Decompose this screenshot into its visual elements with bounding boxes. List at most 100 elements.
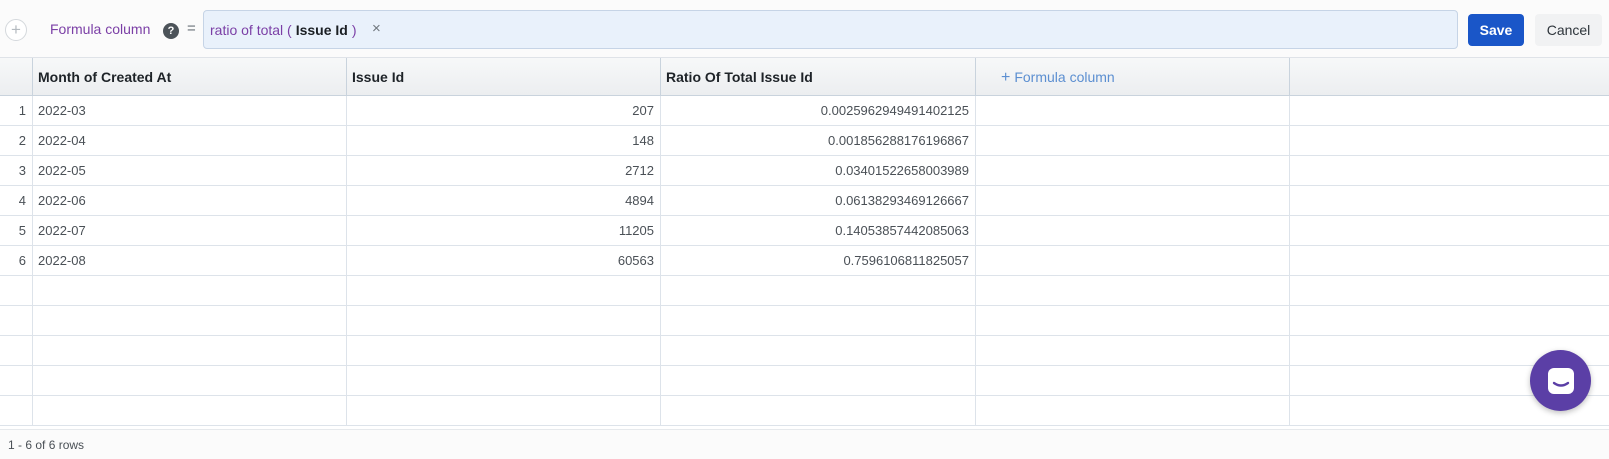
grid-footer: 1 - 6 of 6 rows: [0, 429, 1609, 459]
cell-empty: [1290, 246, 1609, 276]
cell-empty: [347, 366, 661, 396]
row-index: 5: [0, 216, 33, 246]
empty-row: [0, 396, 1609, 426]
cell-issue-id[interactable]: 11205: [347, 216, 661, 246]
row-index: 2: [0, 126, 33, 156]
cell-empty: [1290, 216, 1609, 246]
empty-row: [0, 276, 1609, 306]
cell-ratio[interactable]: 0.03401522658003989: [661, 156, 976, 186]
cell-ratio[interactable]: 0.7596106811825057: [661, 246, 976, 276]
formula-function: ratio of total: [210, 22, 284, 38]
cell-issue-id[interactable]: 60563: [347, 246, 661, 276]
cell-empty: [0, 366, 33, 396]
cell-empty: [1290, 96, 1609, 126]
table-row: 5 2022-07 11205 0.14053857442085063: [0, 216, 1609, 246]
cell-issue-id[interactable]: 148: [347, 126, 661, 156]
cell-ratio[interactable]: 0.001856288176196867: [661, 126, 976, 156]
cell-empty: [347, 396, 661, 426]
table-row: 6 2022-08 60563 0.7596106811825057: [0, 246, 1609, 276]
cell-issue-id[interactable]: 207: [347, 96, 661, 126]
cell-empty: [1290, 126, 1609, 156]
cell-issue-id[interactable]: 4894: [347, 186, 661, 216]
cell-empty: [976, 156, 1290, 186]
row-index: 3: [0, 156, 33, 186]
formula-bar: + Formula column ? = ratio of total (Iss…: [0, 0, 1609, 58]
cell-empty: [33, 396, 347, 426]
cell-month[interactable]: 2022-08: [33, 246, 347, 276]
help-icon[interactable]: ?: [163, 23, 179, 39]
formula-close-paren: ): [351, 22, 357, 38]
cell-empty: [976, 306, 1290, 336]
table-row: 1 2022-03 207 0.0025962949491402125: [0, 96, 1609, 126]
cell-empty: [1290, 306, 1609, 336]
cell-month[interactable]: 2022-04: [33, 126, 347, 156]
cell-empty: [976, 96, 1290, 126]
cell-ratio[interactable]: 0.0025962949491402125: [661, 96, 976, 126]
cell-month[interactable]: 2022-06: [33, 186, 347, 216]
row-index-header: [0, 58, 33, 96]
cell-empty: [661, 276, 976, 306]
column-header-ratio[interactable]: Ratio Of Total Issue Id: [661, 58, 976, 96]
cell-empty: [33, 336, 347, 366]
add-formula-column-button[interactable]: + Formula column: [976, 58, 1290, 96]
cell-empty: [33, 306, 347, 336]
empty-row: [0, 366, 1609, 396]
cell-empty: [976, 336, 1290, 366]
add-formula-icon[interactable]: +: [5, 19, 27, 41]
formula-open-paren: (: [287, 22, 292, 38]
cell-ratio[interactable]: 0.06138293469126667: [661, 186, 976, 216]
header-row: Month of Created At Issue Id Ratio Of To…: [0, 58, 1609, 96]
cell-month[interactable]: 2022-05: [33, 156, 347, 186]
cell-empty: [347, 306, 661, 336]
cell-empty: [976, 396, 1290, 426]
formula-argument: Issue Id: [295, 22, 348, 38]
plus-icon: +: [1001, 69, 1011, 86]
cancel-button[interactable]: Cancel: [1535, 14, 1602, 46]
cell-empty: [976, 276, 1290, 306]
row-index: 6: [0, 246, 33, 276]
cell-empty: [0, 396, 33, 426]
empty-row: [0, 336, 1609, 366]
cell-empty: [1290, 276, 1609, 306]
empty-row: [0, 306, 1609, 336]
cell-empty: [33, 366, 347, 396]
chat-icon: [1548, 368, 1574, 394]
cell-empty: [1290, 186, 1609, 216]
column-header-month[interactable]: Month of Created At: [33, 58, 347, 96]
cell-empty: [976, 126, 1290, 156]
formula-input[interactable]: ratio of total (Issue Id) ×: [203, 10, 1458, 49]
cell-empty: [661, 396, 976, 426]
cell-empty: [1290, 156, 1609, 186]
save-button[interactable]: Save: [1468, 14, 1524, 46]
cell-empty: [347, 276, 661, 306]
data-grid: Month of Created At Issue Id Ratio Of To…: [0, 58, 1609, 429]
table-row: 4 2022-06 4894 0.06138293469126667: [0, 186, 1609, 216]
row-index: 4: [0, 186, 33, 216]
row-index: 1: [0, 96, 33, 126]
cell-empty: [976, 366, 1290, 396]
cell-empty: [0, 306, 33, 336]
add-formula-column-label: Formula column: [1014, 69, 1115, 85]
cell-empty: [976, 186, 1290, 216]
close-icon[interactable]: ×: [372, 20, 381, 37]
table-row: 3 2022-05 2712 0.03401522658003989: [0, 156, 1609, 186]
cell-empty: [0, 276, 33, 306]
cell-issue-id[interactable]: 2712: [347, 156, 661, 186]
cell-empty: [661, 336, 976, 366]
cell-empty: [661, 366, 976, 396]
row-count: 1 - 6 of 6 rows: [8, 438, 85, 452]
chat-launcher-button[interactable]: [1530, 350, 1591, 411]
column-header-issue-id[interactable]: Issue Id: [347, 58, 661, 96]
cell-empty: [347, 336, 661, 366]
cell-month[interactable]: 2022-03: [33, 96, 347, 126]
cell-ratio[interactable]: 0.14053857442085063: [661, 216, 976, 246]
equals-sign: =: [187, 20, 196, 37]
formula-column-label: Formula column: [50, 21, 151, 37]
cell-empty: [976, 216, 1290, 246]
empty-header: [1290, 58, 1609, 96]
cell-month[interactable]: 2022-07: [33, 216, 347, 246]
cell-empty: [661, 306, 976, 336]
cell-empty: [33, 276, 347, 306]
cell-empty: [0, 336, 33, 366]
cell-empty: [976, 246, 1290, 276]
